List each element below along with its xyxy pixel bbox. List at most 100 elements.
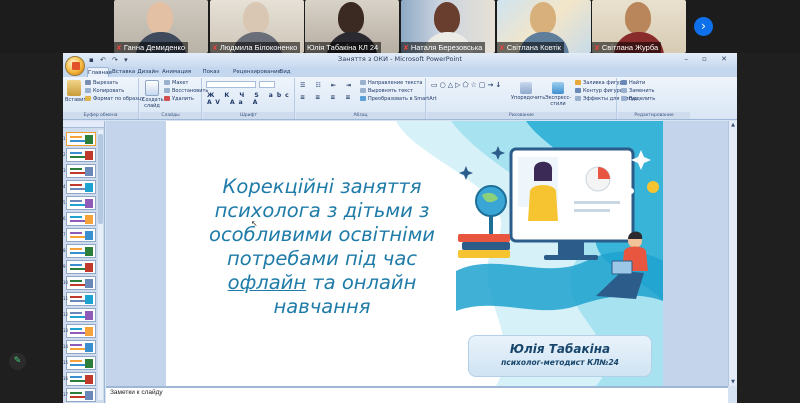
- pane-tabs[interactable]: [63, 121, 104, 128]
- reset-button[interactable]: Восстановить: [164, 88, 208, 95]
- tab-review[interactable]: Рецензирование: [233, 67, 281, 77]
- slide-thumbnail[interactable]: 15: [63, 356, 96, 370]
- tab-animation[interactable]: Анимация: [162, 67, 191, 77]
- font-format-buttons[interactable]: Ж К Ч S abc AV Aa A: [207, 92, 294, 106]
- monitor-stand: [558, 241, 584, 255]
- tab-insert[interactable]: Вставка: [112, 67, 135, 77]
- slide-thumbnail[interactable]: 3: [63, 164, 96, 178]
- shape-outline-button[interactable]: Контур фигуры: [575, 88, 624, 95]
- participant-tile[interactable]: ✘ Людмила Білоконенко: [210, 0, 304, 53]
- replace-button[interactable]: Заменить: [621, 88, 655, 95]
- window-controls[interactable]: – ▫ ✕: [684, 55, 733, 63]
- notes-pane[interactable]: Заметки к слайду: [106, 386, 728, 403]
- slide-number: 11: [63, 296, 69, 301]
- slide-thumbnail[interactable]: 14: [63, 340, 96, 354]
- align-text-button[interactable]: Выровнять текст: [360, 88, 413, 95]
- participant-tile[interactable]: ✘ Світлана Журба: [592, 0, 686, 53]
- layout-button[interactable]: Макет: [164, 80, 188, 87]
- group-label: Рисование: [427, 112, 616, 119]
- arrange-button[interactable]: Упорядочить: [511, 82, 545, 101]
- slide-thumbnail[interactable]: 10: [63, 276, 96, 290]
- thumbnail-content: [70, 360, 82, 362]
- annotate-pen-button[interactable]: ✎: [9, 353, 26, 370]
- font-name-input[interactable]: [206, 81, 256, 88]
- reset-icon: [164, 88, 170, 93]
- font-size-input[interactable]: [259, 81, 275, 88]
- slide-thumbnail[interactable]: 11: [63, 292, 96, 306]
- smartart-icon: [360, 96, 366, 101]
- styles-icon: [552, 82, 564, 94]
- slide-thumbnail[interactable]: 1: [63, 132, 96, 146]
- participant-tile[interactable]: Юлія Табакіна КЛ 24: [305, 0, 399, 53]
- tab-slideshow[interactable]: Показ слайдов: [193, 67, 229, 85]
- slide-number: 12: [63, 312, 69, 317]
- slide-thumbnail[interactable]: 8: [63, 244, 96, 258]
- thumbnail-content: [85, 279, 93, 288]
- thumbnail-content: [70, 232, 82, 234]
- text-direction-icon: [360, 80, 366, 85]
- replace-icon: [621, 88, 627, 93]
- slide-number: 3: [63, 168, 66, 173]
- cut-button[interactable]: Вырезать: [85, 80, 118, 87]
- slide-thumbnail[interactable]: 13: [63, 324, 96, 338]
- tab-home[interactable]: Главная: [87, 67, 112, 77]
- book-icon: [458, 250, 510, 258]
- text-direction-button[interactable]: Направление текста: [360, 80, 422, 87]
- slide-title[interactable]: Корекційні заняття психолога з дітьми з …: [186, 175, 458, 319]
- thumbnail-content: [85, 167, 93, 176]
- scroll-down-icon[interactable]: ▼: [729, 378, 737, 386]
- participant-tile[interactable]: ✘ Наталя Березовська: [401, 0, 495, 53]
- thumbnail-content: [85, 135, 93, 144]
- ribbon-tabs: Главная Вставка Дизайн Анимация Показ сл…: [63, 67, 737, 85]
- author-box[interactable]: Юлія Табакіна психолог-методист КЛ№24: [468, 335, 652, 377]
- thumbnail-content: [70, 312, 82, 314]
- thumbnail-content: [70, 392, 82, 394]
- teacher-hair: [534, 161, 553, 181]
- slide-thumbnail[interactable]: 17: [63, 388, 96, 402]
- thumbnail-content: [85, 151, 93, 160]
- list-buttons[interactable]: ☰ ☷ ⇤ ⇥: [300, 82, 355, 89]
- office-button[interactable]: [65, 56, 85, 76]
- delete-slide-button[interactable]: Удалить: [164, 96, 194, 103]
- alignment-buttons[interactable]: ≡ ≡ ≡ ≡: [300, 94, 354, 101]
- find-button[interactable]: Найти: [621, 80, 645, 87]
- scroll-up-icon[interactable]: ▲: [729, 121, 737, 129]
- format-painter-button[interactable]: Формат по образцу: [85, 96, 144, 103]
- slide-scrollbar[interactable]: ▲ ▼: [728, 121, 737, 386]
- slide-number: 4: [63, 184, 66, 189]
- participant-name: ✘ Наталя Березовська: [401, 42, 486, 53]
- thumbnail-content: [85, 183, 93, 192]
- slides-pane-scrollbar[interactable]: [98, 130, 103, 400]
- thumbnail-content: [85, 327, 93, 336]
- copy-button[interactable]: Копировать: [85, 88, 124, 95]
- group-label: Буфер обмена: [63, 112, 138, 119]
- group-label: Шрифт: [203, 112, 294, 119]
- next-participants-button[interactable]: ›: [694, 17, 713, 36]
- slide[interactable]: ↖ Корекційні заняття психолога з дітьми …: [166, 121, 663, 386]
- participant-strip: ✘ Ганна Демиденко ✘ Людмила Білоконенко Юл…: [0, 0, 800, 53]
- new-slide-button[interactable]: Создать слайд: [142, 80, 164, 109]
- slide-thumbnail[interactable]: 16: [63, 372, 96, 386]
- tab-design[interactable]: Дизайн: [137, 67, 159, 77]
- group-label: Слайды: [140, 112, 201, 119]
- smartart-button[interactable]: Преобразовать в SmartArt: [360, 96, 437, 103]
- quick-styles-button[interactable]: Экспресс-стили: [543, 82, 573, 107]
- slide-thumbnail[interactable]: 6: [63, 212, 96, 226]
- shapes-gallery[interactable]: ▭○△▷⬠☆▢→↓: [431, 81, 503, 89]
- participant-tile[interactable]: ✘ Світлана Ковтік: [497, 0, 591, 53]
- participant-name: ✘ Ганна Демиденко: [114, 42, 189, 53]
- slide-thumbnail[interactable]: 7: [63, 228, 96, 242]
- paste-button[interactable]: Вставить: [65, 80, 89, 103]
- slide-thumbnail[interactable]: 2: [63, 148, 96, 162]
- tab-view[interactable]: Вид: [278, 67, 292, 77]
- slide-thumbnail[interactable]: 9: [63, 260, 96, 274]
- slide-thumbnail[interactable]: 12: [63, 308, 96, 322]
- outline-icon: [575, 88, 581, 93]
- thumbnail-content: [85, 311, 93, 320]
- slide-thumbnail[interactable]: 5: [63, 196, 96, 210]
- select-button[interactable]: Выделить: [621, 96, 655, 103]
- thumbnail-content: [70, 328, 82, 330]
- scrollbar-thumb[interactable]: [98, 134, 103, 224]
- participant-tile[interactable]: ✘ Ганна Демиденко: [114, 0, 208, 53]
- slide-thumbnail[interactable]: 4: [63, 180, 96, 194]
